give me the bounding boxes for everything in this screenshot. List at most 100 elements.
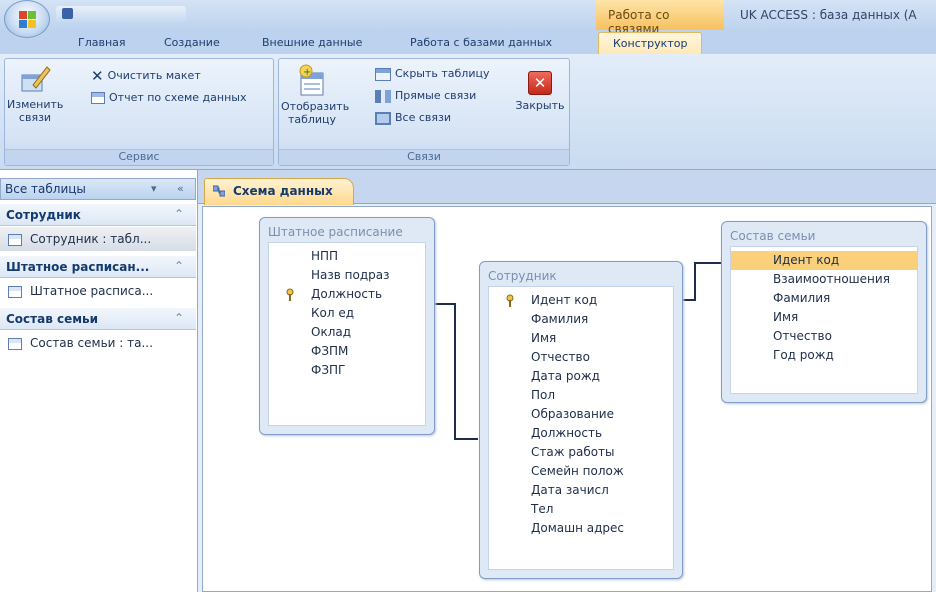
tab-database-tools[interactable]: Работа с базами данных bbox=[410, 36, 552, 49]
direct-links-button[interactable]: Прямые связи bbox=[375, 89, 476, 103]
show-table-label: Отобразить таблицу bbox=[281, 100, 350, 126]
relationships-canvas[interactable]: Штатное расписание НПП Назв подраз Должн… bbox=[202, 206, 932, 592]
nav-group-staff-schedule[interactable]: Штатное расписан... ⌃ bbox=[0, 256, 196, 278]
ribbon: Изменить связи ✕ Очистить макет Отчет по … bbox=[0, 54, 936, 170]
field-item[interactable]: Образование bbox=[489, 405, 673, 424]
document-tab-bar: Схема данных bbox=[198, 170, 936, 205]
edit-links-icon bbox=[21, 66, 51, 92]
field-item[interactable]: Фамилия bbox=[731, 289, 917, 308]
chevron-up-icon: ⌃ bbox=[173, 259, 184, 273]
relationship-line[interactable] bbox=[694, 263, 696, 301]
nav-item-label: Состав семьи : та... bbox=[30, 336, 153, 350]
relationship-line[interactable] bbox=[435, 303, 455, 305]
group-service-label: Сервис bbox=[5, 149, 273, 165]
nav-dropdown-icon[interactable]: ▾ bbox=[151, 182, 157, 195]
tab-external-data[interactable]: Внешние данные bbox=[262, 36, 362, 49]
group-service: Изменить связи ✕ Очистить макет Отчет по … bbox=[4, 58, 274, 166]
field-item[interactable]: ФЗПГ bbox=[269, 361, 425, 380]
chevron-up-icon: ⌃ bbox=[173, 207, 184, 221]
field-item[interactable]: Домашн адрес bbox=[489, 519, 673, 538]
relationship-line[interactable] bbox=[694, 262, 722, 264]
quick-access-toolbar[interactable] bbox=[56, 6, 186, 22]
nav-group-employee[interactable]: Сотрудник ⌃ bbox=[0, 204, 196, 226]
all-links-button[interactable]: Все связи bbox=[375, 111, 451, 125]
field-item[interactable]: Стаж работы bbox=[489, 443, 673, 462]
field-item[interactable]: ФЗПМ bbox=[269, 342, 425, 361]
field-label: Должность bbox=[311, 287, 383, 301]
nav-item-label: Штатное расписа... bbox=[30, 284, 154, 298]
nav-item-employee-table[interactable]: Сотрудник : табл... bbox=[0, 227, 196, 251]
save-icon[interactable] bbox=[62, 8, 73, 19]
close-icon: ✕ bbox=[528, 71, 552, 95]
field-item[interactable]: Имя bbox=[489, 329, 673, 348]
field-item[interactable]: Фамилия bbox=[489, 310, 673, 329]
close-button[interactable]: ✕ Закрыть bbox=[515, 71, 565, 112]
nav-group-family[interactable]: Состав семьи ⌃ bbox=[0, 308, 196, 330]
svg-text:+: + bbox=[303, 67, 311, 78]
schema-report-button[interactable]: Отчет по схеме данных bbox=[91, 91, 246, 104]
field-item[interactable]: Кол ед bbox=[269, 304, 425, 323]
nav-header[interactable]: Все таблицы ▾ « bbox=[0, 178, 196, 200]
field-item[interactable]: Взаимоотношения bbox=[731, 270, 917, 289]
report-icon bbox=[91, 92, 105, 104]
nav-header-label: Все таблицы bbox=[5, 182, 86, 196]
office-logo-icon bbox=[19, 11, 37, 29]
clear-layout-label: Очистить макет bbox=[107, 69, 201, 82]
nav-collapse-icon[interactable]: « bbox=[177, 182, 184, 195]
field-label: Идент код bbox=[531, 293, 598, 307]
field-item[interactable]: Назв подраз bbox=[269, 266, 425, 285]
table-staff-schedule[interactable]: Штатное расписание НПП Назв подраз Должн… bbox=[259, 217, 435, 435]
clear-layout-button[interactable]: ✕ Очистить макет bbox=[91, 68, 201, 83]
field-item[interactable]: Имя bbox=[731, 308, 917, 327]
hide-table-label: Скрыть таблицу bbox=[395, 67, 490, 80]
field-item[interactable]: Дата рожд bbox=[489, 367, 673, 386]
tab-relationships[interactable]: Схема данных bbox=[204, 178, 354, 205]
close-label: Закрыть bbox=[515, 99, 565, 112]
field-item[interactable]: Тел bbox=[489, 500, 673, 519]
table-title: Состав семьи bbox=[730, 229, 816, 243]
workspace: Схема данных Штатное расписание НПП Назв… bbox=[198, 170, 936, 592]
table-employee[interactable]: Сотрудник Идент код Фамилия Имя Отчество… bbox=[479, 261, 683, 579]
field-item[interactable]: НПП bbox=[269, 247, 425, 266]
all-links-icon bbox=[375, 111, 391, 125]
hide-table-button[interactable]: Скрыть таблицу bbox=[375, 67, 490, 81]
office-button[interactable] bbox=[4, 0, 50, 38]
tab-home[interactable]: Главная bbox=[78, 36, 126, 49]
field-item[interactable]: Год рожд bbox=[731, 346, 917, 365]
field-item-selected[interactable]: Идент код bbox=[731, 251, 917, 270]
field-item[interactable]: Отчество bbox=[731, 327, 917, 346]
navigation-pane: Все таблицы ▾ « Сотрудник ⌃ Сотрудник : т… bbox=[0, 170, 198, 592]
table-icon bbox=[8, 285, 22, 298]
title-bar: Работа со связями UK ACCESS : база данны… bbox=[0, 0, 936, 36]
direct-links-label: Прямые связи bbox=[395, 89, 477, 102]
tab-designer[interactable]: Конструктор bbox=[598, 32, 703, 54]
ribbon-tabs: Главная Создание Внешние данные Работа с… bbox=[0, 32, 936, 54]
field-item[interactable]: Должность bbox=[489, 424, 673, 443]
field-item[interactable]: Пол bbox=[489, 386, 673, 405]
nav-item-family-table[interactable]: Состав семьи : та... bbox=[0, 331, 196, 355]
edit-links-button[interactable]: Изменить связи bbox=[7, 63, 63, 124]
nav-group-label: Штатное расписан... bbox=[6, 260, 150, 274]
relationship-line[interactable] bbox=[454, 438, 478, 440]
field-item[interactable]: Дата зачисл bbox=[489, 481, 673, 500]
field-item[interactable]: Оклад bbox=[269, 323, 425, 342]
field-item[interactable]: Должность bbox=[269, 285, 425, 304]
show-table-button[interactable]: + Отобразить таблицу bbox=[281, 63, 350, 126]
nav-item-staff-schedule-table[interactable]: Штатное расписа... bbox=[0, 279, 196, 303]
table-family[interactable]: Состав семьи Идент код Взаимоотношения Ф… bbox=[721, 221, 927, 403]
tab-create[interactable]: Создание bbox=[164, 36, 220, 49]
context-tab-title: Работа со связями bbox=[596, 0, 724, 36]
all-links-label: Все связи bbox=[395, 111, 452, 124]
field-list: Идент код Фамилия Имя Отчество Дата рожд… bbox=[488, 286, 674, 570]
window-title: UK ACCESS : база данных (A bbox=[740, 8, 917, 22]
relationship-line[interactable] bbox=[454, 303, 456, 439]
field-list: Идент код Взаимоотношения Фамилия Имя От… bbox=[730, 246, 918, 394]
table-title: Сотрудник bbox=[488, 269, 557, 283]
field-item[interactable]: Отчество bbox=[489, 348, 673, 367]
key-icon bbox=[286, 288, 294, 301]
field-item[interactable]: Семейн полож bbox=[489, 462, 673, 481]
relationships-icon bbox=[213, 185, 225, 197]
field-item[interactable]: Идент код bbox=[489, 291, 673, 310]
group-links: + Отобразить таблицу Скрыть таблицу Прям… bbox=[278, 58, 570, 166]
table-icon bbox=[8, 233, 22, 246]
